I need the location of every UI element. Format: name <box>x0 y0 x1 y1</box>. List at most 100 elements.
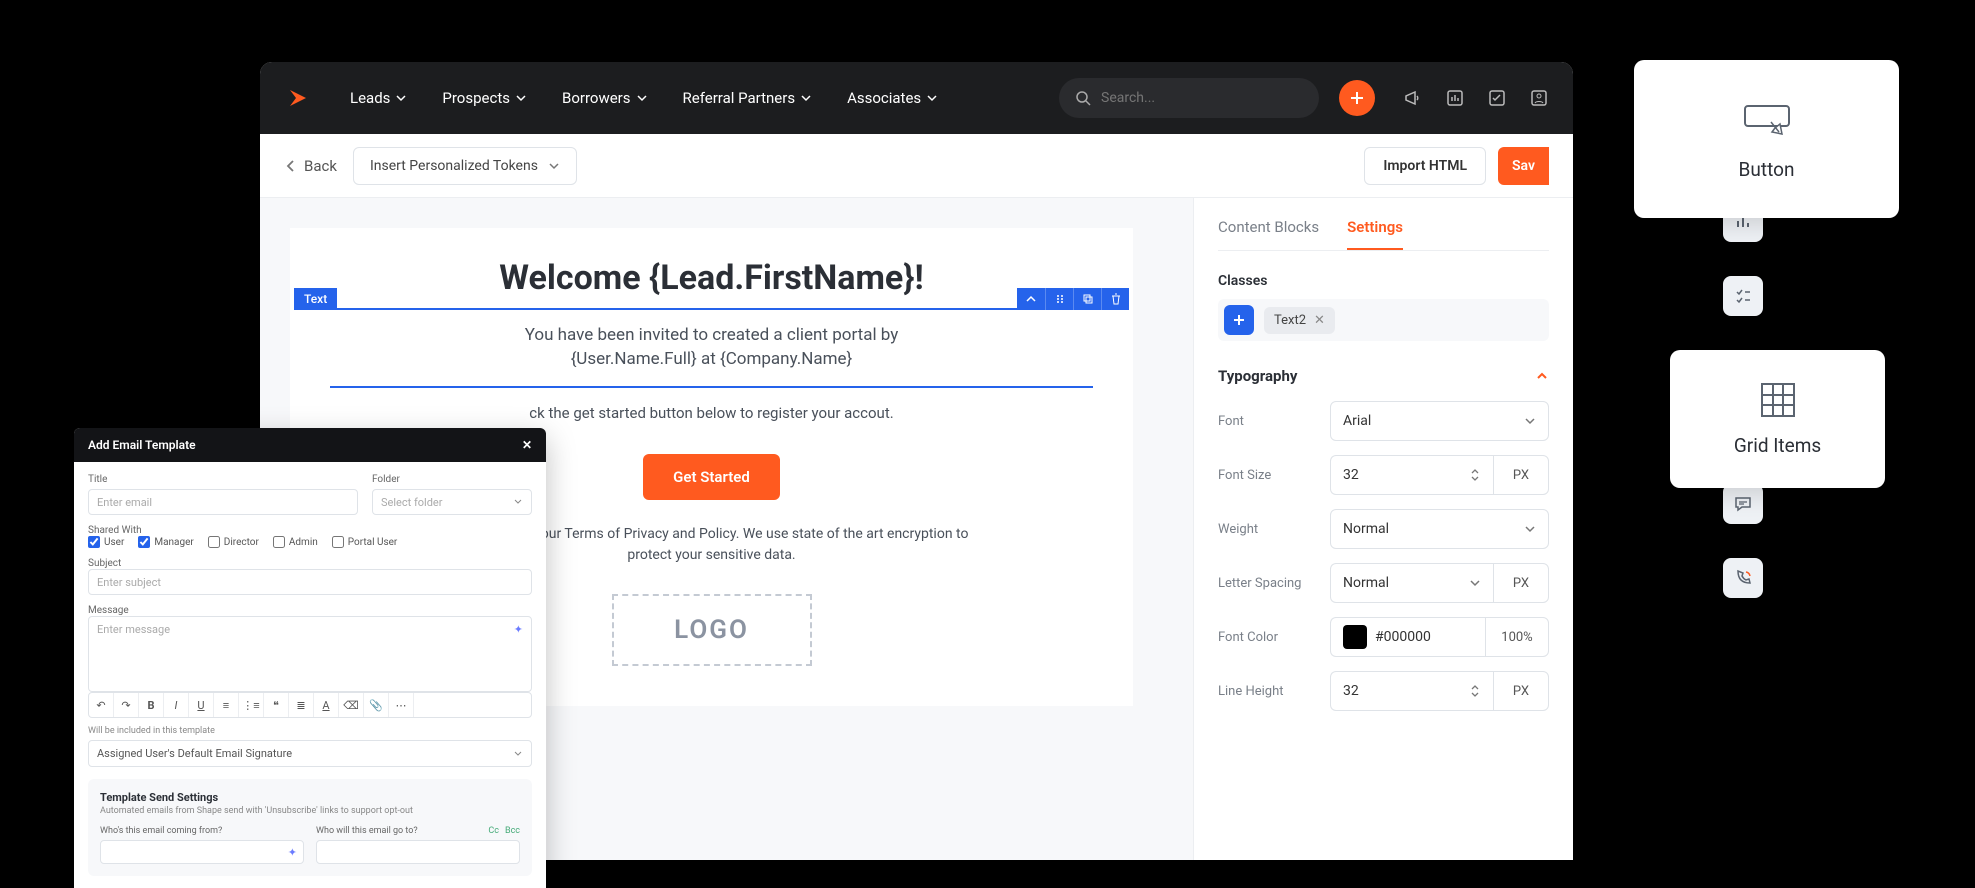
more-icon[interactable]: ⋯ <box>389 693 414 717</box>
rail-chat-icon[interactable] <box>1723 484 1763 524</box>
color-swatch <box>1343 625 1367 649</box>
duplicate-icon[interactable] <box>1073 288 1101 310</box>
letter-spacing-unit[interactable]: PX <box>1493 563 1549 603</box>
add-button[interactable] <box>1339 80 1375 116</box>
list-ul-icon[interactable]: ≡ <box>214 693 239 717</box>
grid-block-icon <box>1760 382 1796 418</box>
add-template-modal: Add Email Template ✕ Title Enter email F… <box>74 428 546 888</box>
settings-panel: Content Blocks Settings Classes Text2 ✕ … <box>1193 198 1573 860</box>
rail-tasks-icon[interactable] <box>1723 276 1763 316</box>
check-admin[interactable]: Admin <box>273 536 318 548</box>
add-class-button[interactable] <box>1224 305 1254 335</box>
message-label: Message <box>88 605 532 616</box>
align-icon[interactable]: ≣ <box>289 693 314 717</box>
search-box[interactable] <box>1059 78 1319 118</box>
font-color-input[interactable]: #000000 <box>1330 617 1485 657</box>
typography-section-head[interactable]: Typography <box>1218 367 1549 385</box>
clear-format-icon[interactable]: ⌫ <box>339 693 364 717</box>
logo-placeholder[interactable]: LOGO <box>612 594 812 666</box>
text-color-icon[interactable]: A <box>314 693 339 717</box>
rail-phone-icon[interactable] <box>1723 558 1763 598</box>
shared-with-checks: User Manager Director Admin Portal User <box>88 536 532 548</box>
send-settings-title: Template Send Settings <box>100 791 520 804</box>
stepper-icon[interactable] <box>1469 683 1481 699</box>
redo-icon[interactable]: ↷ <box>114 693 139 717</box>
folder-select[interactable]: Select folder <box>372 489 532 515</box>
font-select[interactable]: Arial <box>1330 401 1549 441</box>
ai-spark-icon[interactable]: ✦ <box>514 623 523 636</box>
check-user[interactable]: User <box>88 536 124 548</box>
classes-label: Classes <box>1218 273 1549 289</box>
nav-leads[interactable]: Leads <box>336 81 420 115</box>
app-logo <box>284 84 312 112</box>
back-button[interactable]: Back <box>284 157 337 175</box>
undo-icon[interactable]: ↶ <box>89 693 114 717</box>
chevron-down-icon <box>513 749 523 759</box>
underline-icon[interactable]: U <box>189 693 214 717</box>
chart-icon[interactable] <box>1445 88 1465 108</box>
list-ol-icon[interactable]: ⋮≡ <box>239 693 264 717</box>
from-input[interactable]: ✦ <box>100 840 304 864</box>
move-up-icon[interactable] <box>1017 288 1045 310</box>
settings-tabs: Content Blocks Settings <box>1218 218 1549 251</box>
letter-spacing-select[interactable]: Normal <box>1330 563 1493 603</box>
nav-prospects[interactable]: Prospects <box>428 81 540 115</box>
get-started-button[interactable]: Get Started <box>643 454 780 500</box>
button-block-icon <box>1741 98 1793 142</box>
classes-row: Text2 ✕ <box>1218 299 1549 341</box>
weight-select[interactable]: Normal <box>1330 509 1549 549</box>
invite-line-2: {User.Name.Full} at {Company.Name} <box>571 349 853 369</box>
block-card-label: Grid Items <box>1734 434 1821 457</box>
nav-associates[interactable]: Associates <box>833 81 951 115</box>
megaphone-icon[interactable] <box>1403 88 1423 108</box>
italic-icon[interactable]: I <box>164 693 189 717</box>
remove-class-icon[interactable]: ✕ <box>1314 313 1325 328</box>
tab-settings[interactable]: Settings <box>1347 218 1403 250</box>
selected-text-block[interactable]: Text You have been invited to created a … <box>330 308 1093 388</box>
bold-icon[interactable]: B <box>139 693 164 717</box>
nav-borrowers[interactable]: Borrowers <box>548 81 661 115</box>
user-icon[interactable] <box>1529 88 1549 108</box>
search-input[interactable] <box>1101 90 1303 106</box>
font-size-input[interactable]: 32 <box>1330 455 1493 495</box>
save-button[interactable]: Sav <box>1498 147 1549 185</box>
chevron-up-icon <box>1535 369 1549 383</box>
font-color-opacity[interactable]: 100% <box>1485 617 1549 657</box>
stepper-icon[interactable] <box>1469 467 1481 483</box>
prop-line-height: Line Height 32 PX <box>1218 671 1549 711</box>
chevron-down-icon <box>548 160 560 172</box>
title-input[interactable]: Enter email <box>88 489 358 515</box>
subject-input[interactable]: Enter subject <box>88 569 532 595</box>
close-icon[interactable]: ✕ <box>522 438 532 452</box>
modal-header: Add Email Template ✕ <box>74 428 546 462</box>
check-director[interactable]: Director <box>208 536 259 548</box>
plus-icon <box>1349 90 1365 106</box>
line-height-input[interactable]: 32 <box>1330 671 1493 711</box>
check-portal-user[interactable]: Portal User <box>332 536 398 548</box>
cc-link[interactable]: Cc <box>488 826 499 836</box>
delete-icon[interactable] <box>1101 288 1129 310</box>
tab-content-blocks[interactable]: Content Blocks <box>1218 218 1319 250</box>
shared-with-label: Shared With <box>88 525 532 536</box>
signature-select[interactable]: Assigned User's Default Email Signature <box>88 740 532 767</box>
checklist-icon[interactable] <box>1487 88 1507 108</box>
nav-referral-partners[interactable]: Referral Partners <box>669 81 826 115</box>
chevron-down-icon <box>1524 523 1536 535</box>
quote-icon[interactable]: ❝ <box>264 693 289 717</box>
editor-toolbar: Back Insert Personalized Tokens Import H… <box>260 134 1573 198</box>
line-height-unit[interactable]: PX <box>1493 671 1549 711</box>
check-manager[interactable]: Manager <box>138 536 193 548</box>
to-input[interactable] <box>316 840 520 864</box>
drag-handle-icon[interactable] <box>1045 288 1073 310</box>
import-html-button[interactable]: Import HTML <box>1364 147 1486 185</box>
block-card-button[interactable]: Button <box>1634 60 1899 218</box>
font-size-unit[interactable]: PX <box>1493 455 1549 495</box>
insert-tokens-button[interactable]: Insert Personalized Tokens <box>353 147 577 185</box>
attach-icon[interactable]: 📎 <box>364 693 389 717</box>
send-settings-sub: Automated emails from Shape send with 'U… <box>100 806 520 816</box>
bcc-link[interactable]: Bcc <box>505 826 520 836</box>
block-card-label: Button <box>1739 158 1795 181</box>
instruction-text: ck the get started button below to regis… <box>330 404 1093 422</box>
message-editor[interactable]: Enter message ✦ <box>88 616 532 692</box>
block-card-grid[interactable]: Grid Items <box>1670 350 1885 488</box>
